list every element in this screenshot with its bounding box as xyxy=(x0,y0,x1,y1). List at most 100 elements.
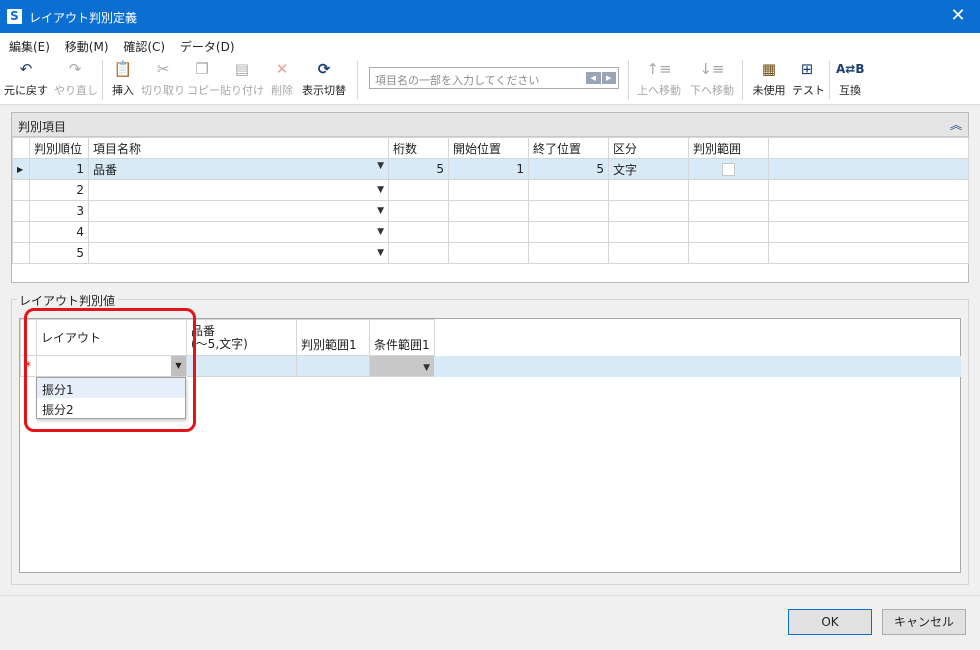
cut-button[interactable]: ✂ 切り取り xyxy=(141,59,185,98)
ok-button[interactable]: OK xyxy=(788,609,872,635)
items-panel-header: 判別項目 ︽ xyxy=(12,113,968,137)
dropdown-arrow-icon[interactable]: ▼ xyxy=(377,161,384,171)
table-row[interactable]: 4 ▼ xyxy=(12,221,969,243)
dropdown-arrow-icon[interactable]: ▼ xyxy=(377,206,384,216)
cell-digits[interactable] xyxy=(388,179,449,201)
column-header-item[interactable]: 品番 (～5,文字) xyxy=(186,319,297,356)
menu-data[interactable]: データ(D) xyxy=(180,38,235,55)
copy-icon: ❐ xyxy=(195,60,209,78)
dropdown-arrow-icon[interactable]: ▼ xyxy=(423,363,430,373)
cell-order[interactable]: 3 xyxy=(29,200,89,222)
search-input[interactable]: 項目名の一部を入力してください ◀ ▶ xyxy=(369,67,619,89)
checkbox[interactable] xyxy=(722,163,735,176)
toggle-display-button[interactable]: ⟳ 表示切替 xyxy=(299,59,349,98)
collapse-icon[interactable]: ︽ xyxy=(950,116,962,133)
cell-end[interactable] xyxy=(528,179,609,201)
cell-item[interactable] xyxy=(186,355,297,377)
cell-order[interactable]: 5 xyxy=(29,242,89,264)
layout-values-label: レイアウト判別値 xyxy=(17,292,118,309)
dropdown-arrow-icon[interactable]: ▼ xyxy=(377,185,384,195)
cell-end[interactable] xyxy=(528,200,609,222)
cell-start[interactable]: 1 xyxy=(448,158,529,180)
cell-empty xyxy=(768,158,969,180)
copy-button[interactable]: ❐ コピー xyxy=(187,59,220,98)
cell-name[interactable]: 品番 ▼ xyxy=(88,158,389,180)
dropdown-arrow-icon[interactable]: ▼ xyxy=(377,227,384,237)
cell-end[interactable] xyxy=(528,242,609,264)
cell-range[interactable] xyxy=(688,158,769,180)
unused-icon: ▦ xyxy=(761,60,777,78)
dialog-footer: OK キャンセル xyxy=(0,595,980,650)
cell-start[interactable] xyxy=(448,179,529,201)
refresh-icon: ⟳ xyxy=(317,60,331,78)
menu-move[interactable]: 移動(M) xyxy=(65,38,109,55)
cell-name[interactable]: ▼ xyxy=(88,242,389,264)
row-header-cell xyxy=(12,242,30,264)
search-nav: ◀ ▶ xyxy=(586,72,616,84)
cell-kind[interactable] xyxy=(608,200,689,222)
cell-digits[interactable]: 5 xyxy=(388,158,449,180)
column-header[interactable]: 項目名称 xyxy=(88,137,389,159)
cell-start[interactable] xyxy=(448,242,529,264)
items-table: 判別順位 項目名称 桁数 開始位置 終了位置 区分 判別範囲 ▶ 1 品番 ▼ 5… xyxy=(12,137,969,264)
cancel-button[interactable]: キャンセル xyxy=(882,609,966,635)
table-row[interactable]: 5 ▼ xyxy=(12,242,969,264)
cell-digits[interactable] xyxy=(388,242,449,264)
cell-digits[interactable] xyxy=(388,221,449,243)
items-panel-title: 判別項目 xyxy=(18,120,67,134)
cell-condition[interactable]: ▼ xyxy=(369,355,435,377)
column-header-condition[interactable]: 条件範囲1 xyxy=(369,319,435,356)
column-header-range[interactable]: 判別範囲1 xyxy=(296,319,370,356)
column-header[interactable]: 判別順位 xyxy=(29,137,89,159)
undo-button[interactable]: ↶ 元に戻す xyxy=(4,59,48,98)
column-header-empty xyxy=(768,137,969,159)
delete-button[interactable]: ✕ 削除 xyxy=(268,59,296,98)
cell-order[interactable]: 1 xyxy=(29,158,89,180)
menu-edit[interactable]: 編集(E) xyxy=(9,38,50,55)
search-prev-icon[interactable]: ◀ xyxy=(586,72,601,84)
cell-digits[interactable] xyxy=(388,200,449,222)
column-header[interactable]: 区分 xyxy=(608,137,689,159)
insert-icon: 📋 xyxy=(113,60,133,78)
unused-button[interactable]: ▦ 未使用 xyxy=(750,59,788,98)
cell-kind[interactable] xyxy=(608,242,689,264)
move-down-button[interactable]: ↓≡ 下へ移動 xyxy=(688,59,736,98)
table-row[interactable]: ▶ 1 品番 ▼ 5 1 5 文字 xyxy=(12,158,969,180)
cell-end[interactable] xyxy=(528,221,609,243)
cell-kind[interactable] xyxy=(608,221,689,243)
column-header[interactable]: 判別範囲 xyxy=(688,137,769,159)
cell-kind[interactable]: 文字 xyxy=(608,158,689,180)
table-header-row: 判別順位 項目名称 桁数 開始位置 終了位置 区分 判別範囲 xyxy=(12,137,969,159)
cell-range[interactable] xyxy=(688,221,769,243)
move-up-button[interactable]: ↑≡ 上へ移動 xyxy=(635,59,683,98)
cell-order[interactable]: 4 xyxy=(29,221,89,243)
cell-kind[interactable] xyxy=(608,179,689,201)
cell-range[interactable] xyxy=(296,355,370,377)
dropdown-arrow-icon[interactable]: ▼ xyxy=(377,248,384,258)
cell-empty xyxy=(768,200,969,222)
table-row[interactable]: 2 ▼ xyxy=(12,179,969,201)
cell-name[interactable]: ▼ xyxy=(88,179,389,201)
insert-button[interactable]: 📋 挿入 xyxy=(108,59,138,98)
cell-range[interactable] xyxy=(688,179,769,201)
paste-button[interactable]: ▤ 貼り付け xyxy=(220,59,264,98)
table-row[interactable]: 3 ▼ xyxy=(12,200,969,222)
cell-end[interactable]: 5 xyxy=(528,158,609,180)
close-icon[interactable]: ✕ xyxy=(946,5,970,27)
cell-name[interactable]: ▼ xyxy=(88,221,389,243)
menu-check[interactable]: 確認(C) xyxy=(123,38,165,55)
cell-name[interactable]: ▼ xyxy=(88,200,389,222)
new-row-fill xyxy=(434,356,961,377)
test-button[interactable]: ⊞ テスト xyxy=(792,59,825,98)
column-header[interactable]: 終了位置 xyxy=(528,137,609,159)
cell-range[interactable] xyxy=(688,242,769,264)
cell-start[interactable] xyxy=(448,221,529,243)
redo-button[interactable]: ↷ やり直し xyxy=(54,59,98,98)
cell-start[interactable] xyxy=(448,200,529,222)
cell-order[interactable]: 2 xyxy=(29,179,89,201)
swap-button[interactable]: A⇄B 互換 xyxy=(836,59,865,98)
column-header[interactable]: 開始位置 xyxy=(448,137,529,159)
cell-range[interactable] xyxy=(688,200,769,222)
column-header[interactable]: 桁数 xyxy=(388,137,449,159)
search-next-icon[interactable]: ▶ xyxy=(601,72,616,84)
